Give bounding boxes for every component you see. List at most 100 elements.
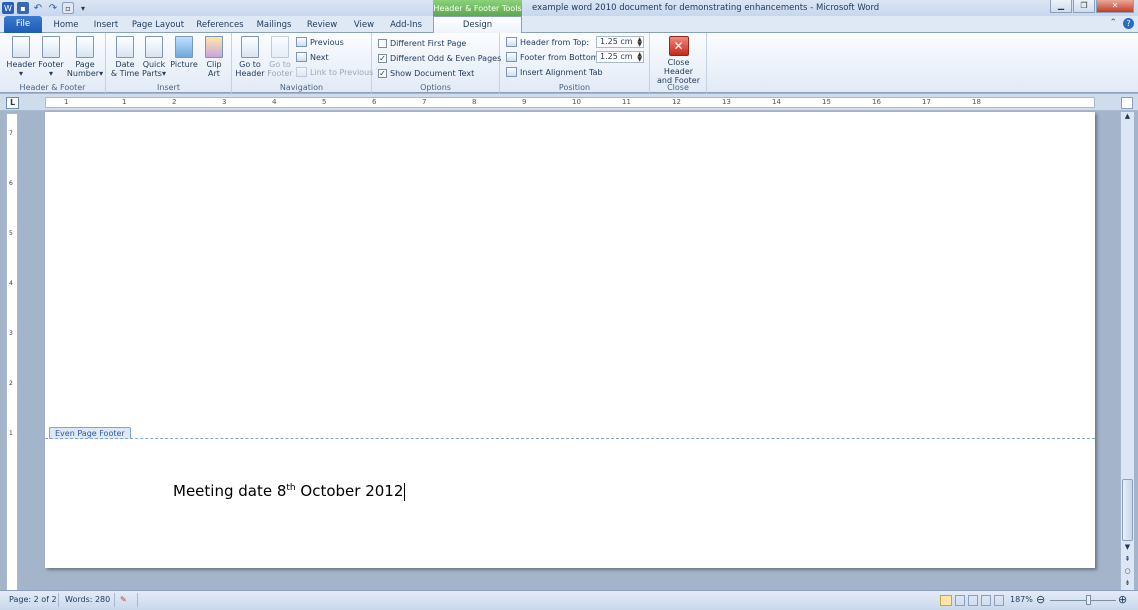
ruler-number: 12	[672, 98, 681, 106]
insert-alignment-tab-button[interactable]: Insert Alignment Tab	[506, 65, 603, 79]
tab-design[interactable]: Design	[433, 16, 522, 34]
tab-view[interactable]: View	[350, 18, 378, 33]
quick-parts-button[interactable]: Quick Parts▾	[140, 36, 168, 78]
previous-label: Previous	[310, 37, 344, 47]
page-number-icon	[76, 36, 94, 58]
header-from-top-value[interactable]: 1.25 cm	[600, 37, 633, 46]
vertical-scrollbar[interactable]: ▲ ▼ ⇞ ○ ⇟	[1120, 112, 1134, 592]
ruler-number: 10	[572, 98, 581, 106]
spinner-arrows-icon[interactable]: ▲ ▼	[637, 52, 642, 63]
go-to-header-button[interactable]: Go to Header	[235, 36, 265, 78]
date-time-button[interactable]: Date & Time	[110, 36, 140, 78]
different-first-page-check[interactable]	[378, 38, 387, 48]
minimize-button[interactable]: ▁	[1050, 0, 1072, 13]
status-divider	[137, 593, 138, 607]
document-page[interactable]: Even Page Footer Meeting date 8th Octobe…	[45, 112, 1095, 568]
redo-icon[interactable]: ↷	[47, 2, 59, 14]
ruler-number: 13	[722, 98, 731, 106]
text-caret	[404, 482, 406, 501]
save-icon[interactable]: ▪	[17, 2, 29, 14]
go-to-footer-button[interactable]: Go to Footer	[265, 36, 295, 78]
ruler-number: 3	[222, 98, 227, 106]
scroll-up-icon[interactable]: ▲	[1122, 112, 1133, 122]
new-document-icon[interactable]: ▫	[62, 2, 74, 14]
spinner-arrows-icon[interactable]: ▲ ▼	[637, 37, 642, 48]
undo-icon[interactable]: ↶	[32, 2, 44, 14]
tab-mailings[interactable]: Mailings	[254, 18, 294, 33]
header-icon	[12, 36, 30, 58]
footer-from-bottom-value[interactable]: 1.25 cm	[600, 52, 633, 61]
word-count[interactable]: Words: 280	[65, 595, 110, 604]
header-from-top: Header from Top:	[506, 35, 589, 49]
tab-home[interactable]: Home	[50, 18, 82, 33]
tab-references[interactable]: References	[194, 18, 246, 33]
full-screen-reading-icon[interactable]	[955, 595, 965, 606]
header-from-top-spinner[interactable]: 1.25 cm ▲ ▼	[596, 36, 644, 48]
picture-label: Picture	[170, 60, 198, 69]
footer-text-part-1: Meeting date 8	[173, 482, 287, 500]
zoom-slider-thumb[interactable]	[1086, 595, 1091, 605]
ruler-number: 17	[922, 98, 931, 106]
zoom-in-icon[interactable]: ⊕	[1118, 593, 1127, 606]
header-button[interactable]: Header ▾	[6, 36, 36, 78]
web-layout-icon[interactable]	[968, 595, 978, 606]
outline-icon[interactable]	[981, 595, 991, 606]
proofing-icon[interactable]: ✎	[120, 595, 127, 604]
help-icon[interactable]: ?	[1123, 18, 1134, 29]
print-layout-icon[interactable]	[940, 595, 952, 606]
picture-button[interactable]: Picture	[168, 36, 200, 69]
close-header-footer-button[interactable]: ✕ Close Header and Footer	[652, 36, 705, 85]
restore-button[interactable]: ❐	[1073, 0, 1095, 13]
ruler-number: 6	[9, 180, 13, 187]
word-logo-icon[interactable]: W	[2, 2, 14, 14]
close-header-footer-label-1: Close Header	[663, 58, 694, 76]
tab-selector-icon[interactable]: L	[6, 97, 19, 109]
scroll-down-icon[interactable]: ▼	[1122, 543, 1133, 553]
footer-text[interactable]: Meeting date 8th October 2012	[173, 482, 406, 501]
next-button[interactable]: Next	[296, 50, 329, 64]
different-odd-even-check[interactable]: ✓	[378, 53, 387, 63]
different-odd-even-checkbox[interactable]: ✓ Different Odd & Even Pages	[378, 51, 501, 65]
link-to-previous-button[interactable]: Link to Previous	[296, 65, 373, 79]
tab-page-layout[interactable]: Page Layout	[130, 18, 186, 33]
ruler-number: 4	[272, 98, 277, 106]
go-to-footer-label-1: Go to	[269, 60, 291, 69]
previous-button[interactable]: Previous	[296, 35, 344, 49]
close-button[interactable]: ✕	[1096, 0, 1134, 13]
select-browse-object-icon[interactable]: ○	[1122, 567, 1133, 577]
zoom-slider-track[interactable]	[1050, 600, 1116, 601]
show-document-text-check[interactable]: ✓	[378, 68, 387, 78]
ruler-number: 3	[9, 330, 13, 337]
footer-icon	[42, 36, 60, 58]
zoom-out-icon[interactable]: ⊖	[1036, 593, 1045, 606]
clip-art-button[interactable]: Clip Art	[202, 36, 226, 78]
vertical-ruler[interactable]: 7 6 5 4 3 2 1	[6, 113, 18, 593]
quick-parts-label-2: Parts	[142, 69, 162, 78]
minimize-ribbon-icon[interactable]: ⌃	[1109, 18, 1117, 29]
different-first-page-checkbox[interactable]: Different First Page	[378, 36, 466, 50]
header-from-top-label: Header from Top:	[520, 37, 590, 47]
go-to-footer-label-2: Footer	[267, 69, 293, 78]
horizontal-ruler[interactable]: 1 1 2 3 4 5 6 7 8 9 10 11 12 13 14 15 16 17 18	[45, 97, 1095, 108]
view-ruler-icon[interactable]	[1121, 97, 1133, 109]
go-to-footer-icon	[271, 36, 289, 58]
clip-art-label-1: Clip	[206, 60, 222, 69]
tab-add-ins[interactable]: Add-Ins	[386, 18, 426, 33]
ruler-number: 5	[322, 98, 327, 106]
draft-icon[interactable]	[994, 595, 1004, 606]
footer-from-bottom-spinner[interactable]: 1.25 cm ▲ ▼	[596, 51, 644, 63]
footer-from-bottom: Footer from Bottom:	[506, 50, 601, 64]
customize-qat-icon[interactable]: ▾	[77, 2, 89, 14]
scrollbar-thumb[interactable]	[1122, 479, 1133, 541]
previous-page-icon[interactable]: ⇞	[1122, 555, 1133, 565]
footer-button[interactable]: Footer ▾	[36, 36, 66, 78]
page-count[interactable]: Page: 2 of 2	[9, 595, 57, 604]
next-page-icon[interactable]: ⇟	[1122, 579, 1133, 589]
tab-file[interactable]: File	[4, 16, 42, 33]
zoom-level[interactable]: 187%	[1010, 595, 1033, 604]
page-number-button[interactable]: Page Number▾	[66, 36, 104, 78]
tab-review[interactable]: Review	[302, 18, 342, 33]
tab-insert[interactable]: Insert	[90, 18, 122, 33]
show-document-text-checkbox[interactable]: ✓ Show Document Text	[378, 66, 474, 80]
quick-parts-icon	[145, 36, 163, 58]
